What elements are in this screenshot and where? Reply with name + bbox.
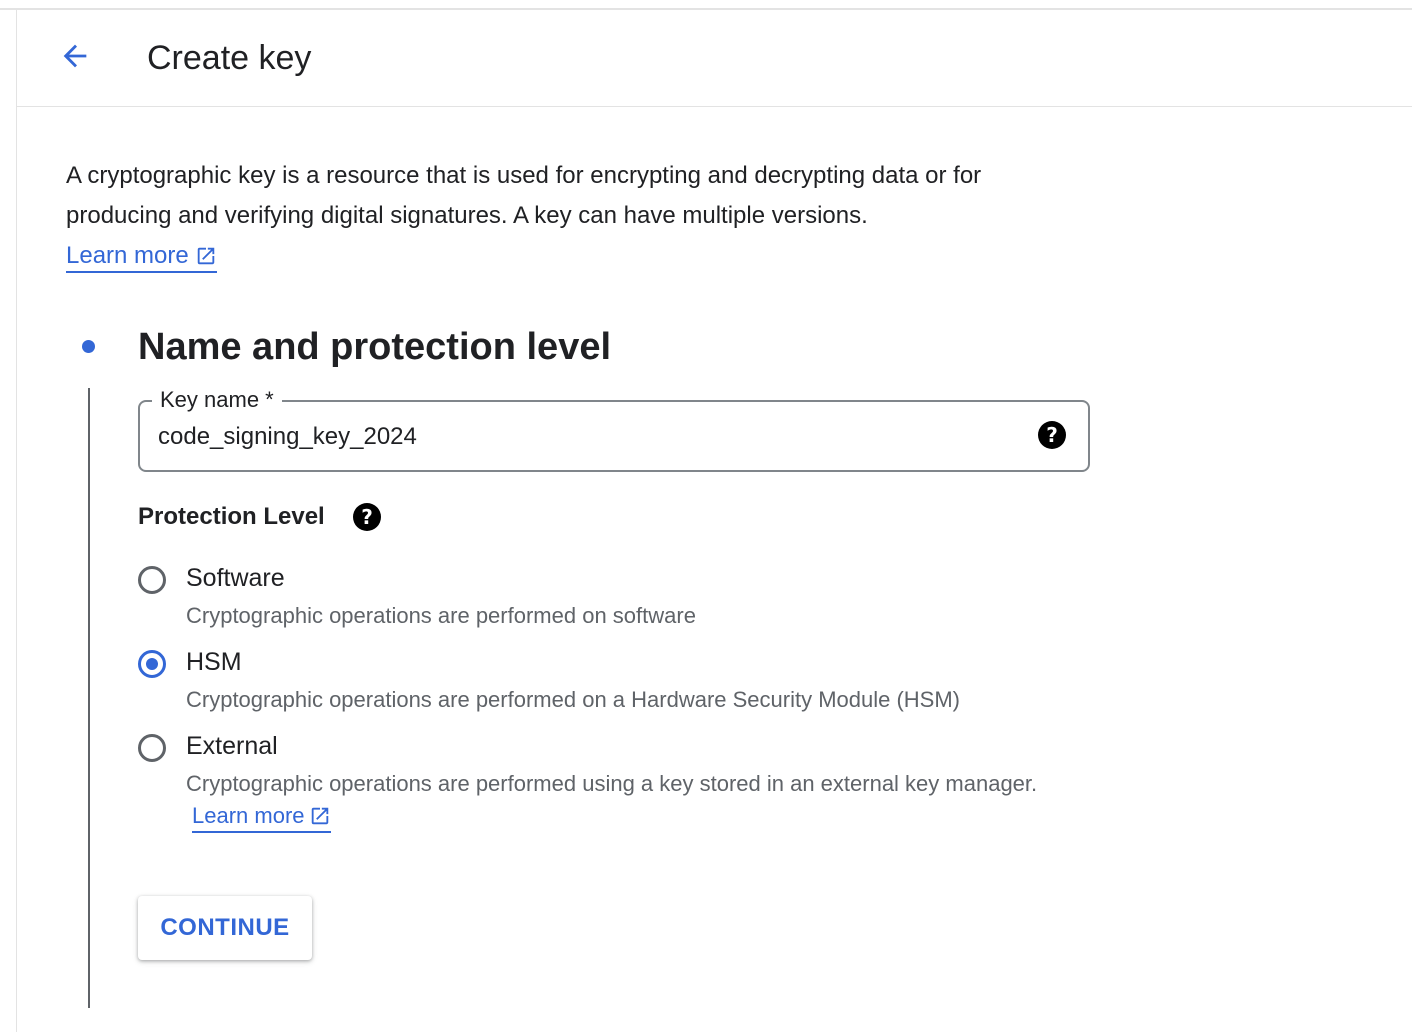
intro-text: A cryptographic key is a resource that i… (66, 162, 982, 229)
learn-more-label: Learn more (66, 242, 189, 269)
software-description: Cryptographic operations are performed o… (186, 603, 696, 628)
external-learn-more-link[interactable]: Learn more (192, 801, 331, 833)
external-title: External (186, 732, 278, 760)
open-in-new-icon (311, 807, 328, 825)
key-name-label: Key name * (152, 385, 282, 415)
hsm-title: HSM (186, 648, 242, 676)
step-indicator-dot (82, 340, 95, 353)
key-name-field: Key name * ? (138, 385, 1090, 472)
intro-description: A cryptographic key is a resource that i… (66, 156, 1086, 276)
software-radio[interactable] (138, 566, 166, 594)
external-radio[interactable] (138, 734, 166, 762)
step-connector-line (88, 388, 90, 1008)
hsm-description: Cryptographic operations are performed o… (186, 687, 961, 712)
key-name-input[interactable] (158, 420, 998, 454)
hsm-radio[interactable] (138, 650, 166, 678)
learn-more-link[interactable]: Learn more (66, 241, 217, 273)
section-title: Name and protection level (138, 326, 612, 368)
protection-level-help-icon[interactable]: ? (353, 503, 381, 531)
back-button[interactable] (53, 34, 97, 78)
left-divider (16, 10, 17, 1032)
external-description-text: Cryptographic operations are performed u… (186, 771, 1038, 796)
software-title: Software (186, 564, 285, 592)
open-in-new-icon (197, 247, 214, 265)
protection-level-label: Protection Level (138, 503, 325, 530)
external-learn-more-label: Learn more (192, 803, 305, 828)
page-title: Create key (147, 39, 312, 77)
key-name-help-icon[interactable]: ? (1038, 421, 1066, 449)
arrow-back-icon (63, 44, 87, 68)
create-key-page: Create key A cryptographic key is a reso… (0, 0, 1412, 1032)
page-header: Create key (17, 10, 1412, 107)
external-description: Cryptographic operations are performed u… (186, 768, 1046, 833)
continue-button[interactable]: CONTINUE (138, 896, 312, 960)
